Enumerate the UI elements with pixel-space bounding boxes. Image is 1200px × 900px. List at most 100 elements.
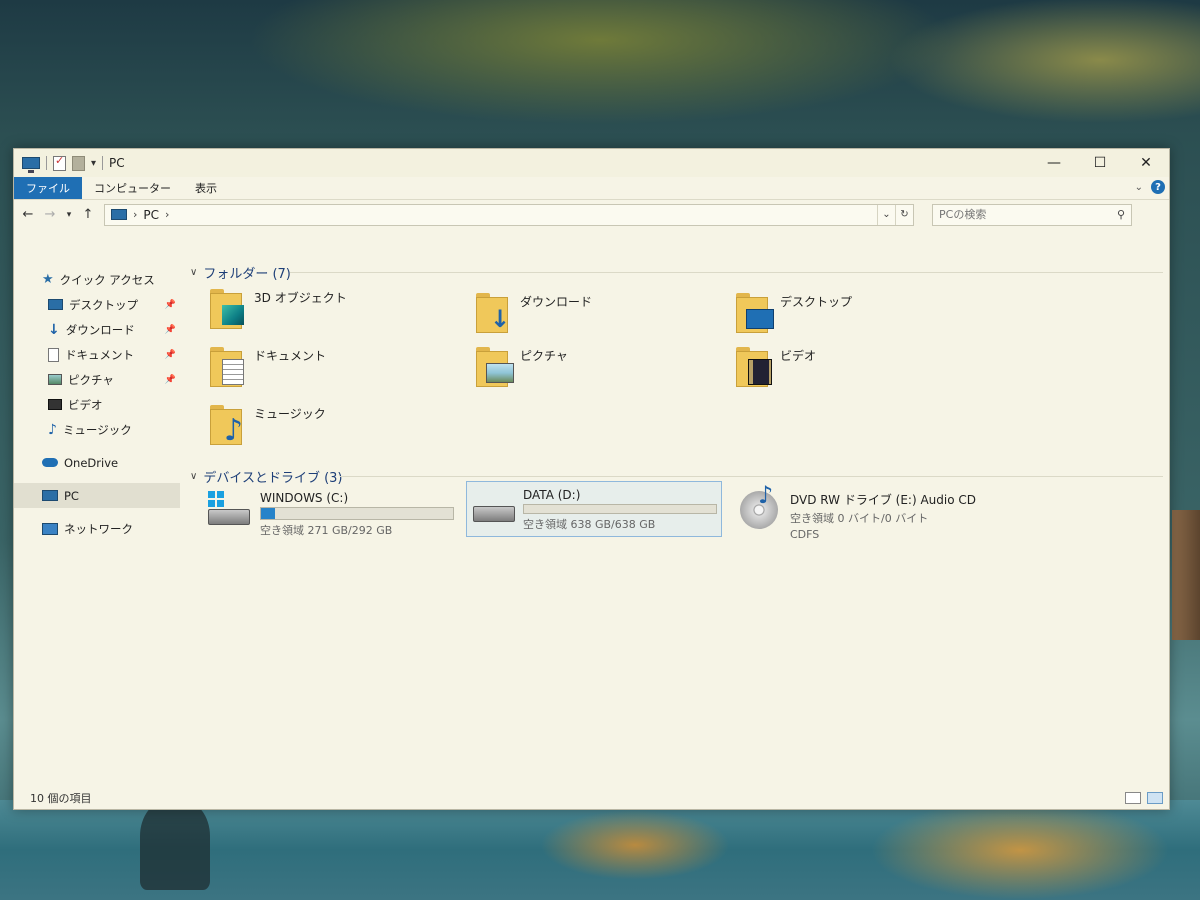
chevron-down-icon[interactable]: ∨ [190,471,197,482]
sidebar-item-label: クイック アクセス [59,272,155,287]
downloads-folder-icon: ↓ [490,305,511,333]
tab-file[interactable]: ファイル [14,177,82,199]
pc-icon [42,490,58,501]
ribbon-right-controls: ⌄ ? [1135,180,1165,194]
tab-view[interactable]: 表示 [183,177,229,199]
folder-icon [476,343,514,387]
forward-button[interactable]: → [42,207,58,222]
chevron-down-icon[interactable]: ∨ [190,267,197,278]
item-count: 10 個の項目 [30,792,92,805]
drive-icon [471,486,515,526]
search-icon[interactable]: ⚲ [1117,208,1125,221]
folder-music[interactable]: ♪ ミュージック [210,401,326,448]
video-icon [48,399,62,410]
address-bar[interactable]: › PC › ⌄ ↻ [104,203,914,226]
folder-label: ダウンロード [520,295,593,309]
drive-e[interactable]: ♪ DVD RW ドライブ (E:) Audio CD 空き領域 0 バイト/0… [732,481,980,545]
tab-computer[interactable]: コンピューター [82,177,183,199]
pc-icon[interactable] [22,157,40,173]
help-icon[interactable]: ? [1151,180,1165,194]
cloud-icon [42,458,58,467]
sidebar-item-documents[interactable]: ドキュメント 📌 [14,342,180,367]
file-explorer-window: ▾ PC — ☐ ✕ ファイル コンピューター 表示 ⌄ ? ← → ▾ ↑ ›… [13,148,1170,810]
drive-info: DATA (D:) 空き領域 638 GB/638 GB [523,486,717,532]
folder-downloads[interactable]: ↓ ダウンロード [476,289,593,333]
drive-usage-fill [261,508,275,519]
sidebar-item-label: デスクトップ [69,297,138,312]
sidebar-item-quick-access[interactable]: ★ クイック アクセス [14,267,180,292]
sidebar-item-desktop[interactable]: デスクトップ 📌 [14,292,180,317]
sidebar-item-label: ドキュメント [65,347,134,362]
folder-videos[interactable]: ビデオ [736,343,817,387]
sidebar-item-pc[interactable]: PC [14,483,180,508]
hard-drive-icon [208,509,250,525]
document-icon [48,347,59,362]
sidebar-item-label: ダウンロード [65,322,135,337]
divider [290,272,1163,273]
search-input[interactable] [939,208,1117,221]
refresh-icon[interactable]: ↻ [895,204,913,225]
title-bar[interactable]: ▾ PC — ☐ ✕ [14,149,1169,177]
view-switcher [1125,792,1163,804]
drive-name: WINDOWS (C:) [260,491,349,505]
desktop-reflection [870,800,1170,900]
windows-logo-icon [208,491,224,507]
sidebar-item-label: ミュージック [62,422,132,437]
back-button[interactable]: ← [20,207,36,222]
navigation-pane: ★ クイック アクセス デスクトップ 📌 ↓ ダウンロード 📌 ドキュメント 📌… [14,259,180,787]
desktop-rock [1172,510,1200,640]
sidebar-item-videos[interactable]: ビデオ [14,392,180,417]
folder-3d-objects[interactable]: 3D オブジェクト [210,285,347,329]
pc-icon [111,209,127,220]
sidebar-item-label: ビデオ [68,397,103,412]
folder-label: ドキュメント [254,349,327,363]
folder-documents[interactable]: ドキュメント [210,343,327,387]
maximize-button[interactable]: ☐ [1077,149,1123,177]
breadcrumb-separator-icon[interactable]: › [133,208,137,221]
sidebar-item-pictures[interactable]: ピクチャ 📌 [14,367,180,392]
up-button[interactable]: ↑ [80,207,96,222]
window-title: PC [109,156,125,170]
properties-icon[interactable] [53,154,66,171]
folder-label: ビデオ [780,349,817,363]
sidebar-item-network[interactable]: ネットワーク [14,516,180,541]
folder-icon: ♪ [210,401,246,448]
new-folder-icon[interactable] [72,155,85,171]
documents-folder-icon [222,359,244,385]
drive-free-space: 空き領域 0 バイト/0 バイト [790,512,929,525]
folder-icon [210,285,246,329]
status-bar: 10 個の項目 [14,787,1169,809]
close-button[interactable]: ✕ [1123,149,1169,177]
recent-locations-button[interactable]: ▾ [64,210,74,220]
divider [102,156,104,170]
sidebar-item-label: ピクチャ [68,372,114,387]
expand-ribbon-icon[interactable]: ⌄ [1135,182,1143,193]
explorer-body: ★ クイック アクセス デスクトップ 📌 ↓ ダウンロード 📌 ドキュメント 📌… [14,259,1169,787]
folder-icon: ↓ [476,289,512,333]
pin-icon: 📌 [164,349,176,360]
drive-c[interactable]: WINDOWS (C:) 空き領域 271 GB/292 GB [202,485,458,542]
group-header-devices[interactable]: ∨ デバイスとドライブ (3) [190,467,343,486]
sidebar-item-onedrive[interactable]: OneDrive [14,450,180,475]
folder-pictures[interactable]: ピクチャ [476,343,568,387]
videos-folder-icon [748,359,772,385]
group-header-folders[interactable]: ∨ フォルダー (7) [190,263,291,282]
minimize-button[interactable]: — [1031,149,1077,177]
breadcrumb-separator-icon[interactable]: › [165,208,169,221]
chevron-down-icon[interactable]: ▾ [91,158,96,169]
sidebar-item-music[interactable]: ♪ ミュージック [14,417,180,442]
drive-d[interactable]: DATA (D:) 空き領域 638 GB/638 GB [466,481,722,537]
address-dropdown-icon[interactable]: ⌄ [877,204,895,225]
breadcrumb-pc[interactable]: PC [143,208,159,222]
pin-icon: 📌 [164,299,176,310]
search-box[interactable]: ⚲ [932,203,1132,226]
details-view-icon[interactable] [1125,792,1141,804]
sidebar-item-downloads[interactable]: ↓ ダウンロード 📌 [14,317,180,342]
large-icons-view-icon[interactable] [1147,792,1163,804]
sidebar-item-label: OneDrive [64,455,119,470]
group-header-label: デバイスとドライブ (3) [203,471,343,486]
folder-desktop[interactable]: デスクトップ [736,289,852,333]
